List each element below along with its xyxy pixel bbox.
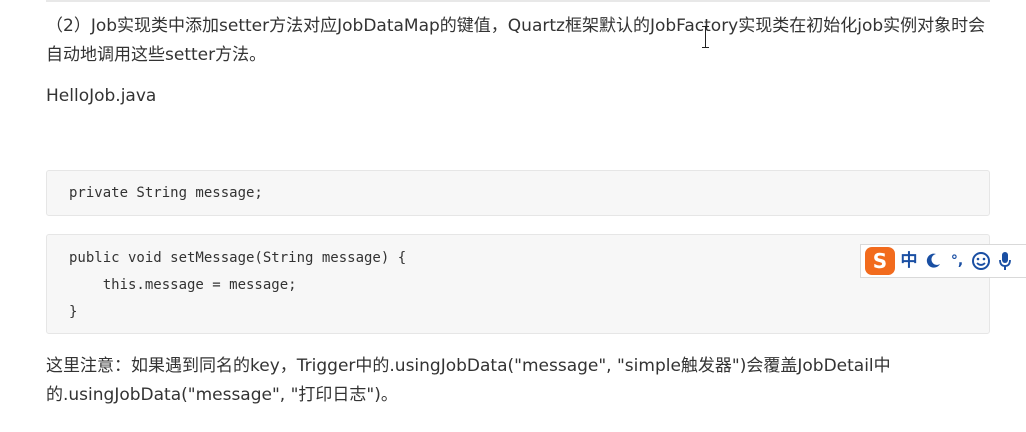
code-line: public void setMessage(String message) { bbox=[69, 250, 407, 266]
top-divider bbox=[46, 0, 990, 2]
ime-mode-button[interactable]: 中 bbox=[899, 248, 919, 274]
sogou-logo-icon[interactable]: S bbox=[865, 247, 895, 275]
moon-icon[interactable] bbox=[923, 248, 943, 274]
punctuation-icon[interactable]: °, bbox=[947, 248, 967, 274]
ime-mode-label: 中 bbox=[900, 250, 918, 271]
ime-toolbar[interactable]: S 中 °, bbox=[860, 244, 1026, 278]
intro-paragraph: （2）Job实现类中添加setter方法对应JobDataMap的键值，Quar… bbox=[46, 16, 986, 65]
code-block-field[interactable]: private String message; bbox=[46, 170, 990, 216]
ime-logo-letter: S bbox=[872, 249, 888, 273]
note-paragraph: 这里注意：如果遇到同名的key，Trigger中的.usingJobData("… bbox=[46, 356, 891, 405]
emoji-icon[interactable] bbox=[971, 248, 991, 274]
microphone-icon[interactable] bbox=[995, 248, 1015, 274]
code-line: this.message = message; bbox=[69, 277, 297, 293]
text-cursor-icon bbox=[702, 26, 709, 48]
article-body: （2）Job实现类中添加setter方法对应JobDataMap的键值，Quar… bbox=[46, 12, 990, 108]
code-block-method[interactable]: public void setMessage(String message) {… bbox=[46, 234, 990, 334]
code-line: private String message; bbox=[69, 185, 263, 201]
file-title: HelloJob.java bbox=[46, 86, 157, 106]
punctuation-label: °, bbox=[950, 253, 964, 269]
code-line: } bbox=[69, 304, 78, 320]
